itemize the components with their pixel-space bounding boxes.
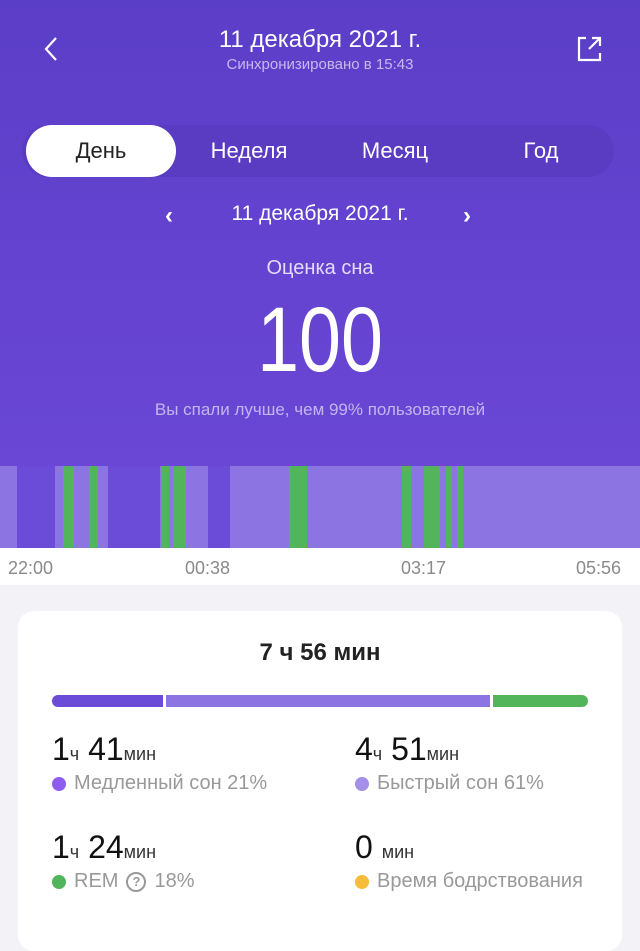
stat-awake: 0 мин Время бодрствования [355, 829, 583, 893]
timeline-axis: 22:00 00:38 03:17 05:56 [0, 548, 640, 585]
stat-deep: 1ч 41мин Медленный сон 21% [52, 731, 267, 795]
hours: 4 [355, 731, 373, 767]
sync-status: Синхронизировано в 15:43 [226, 56, 414, 73]
next-day-button[interactable]: › [463, 202, 471, 230]
summary-card: 7 ч 56 мин 1ч 41мин Медленный сон 21% 4ч… [18, 611, 622, 951]
tab-year[interactable]: Год [468, 125, 614, 177]
help-icon[interactable]: ? [126, 871, 147, 892]
stat-percent: 18% [154, 870, 195, 892]
deep-dot-icon [52, 776, 66, 791]
period-tabs: День Неделя Месяц Год [22, 125, 614, 177]
segment-rem [161, 466, 170, 548]
segment-rem [446, 466, 452, 548]
awake-dot-icon [355, 874, 369, 889]
minutes: 24 [88, 829, 124, 865]
light-dot-icon [355, 776, 369, 791]
hours-unit: ч [69, 842, 80, 862]
stat-rem: 1ч 24мин REM? 18% [52, 829, 194, 893]
stat-label: Медленный сон 21% [74, 772, 268, 794]
hours: 1 [52, 731, 70, 767]
segment-rem [423, 466, 440, 548]
minutes: 51 [391, 731, 427, 767]
sleep-score-value: 100 [257, 289, 383, 391]
hours-unit: ч [372, 744, 383, 764]
hours: 1 [52, 829, 70, 865]
tab-day[interactable]: День [26, 125, 176, 177]
page-title: 11 декабря 2021 г. [218, 26, 422, 53]
distribution-rem [492, 695, 588, 707]
stat-label: Время бодрствования [377, 870, 583, 892]
segment-deep [107, 466, 160, 548]
rem-dot-icon [52, 874, 66, 889]
minutes-unit: мин [381, 842, 415, 862]
sleep-score-note: Вы спали лучше, чем 99% пользователей [154, 400, 486, 419]
segment-rem [173, 466, 186, 548]
segment-rem [402, 466, 412, 548]
segment-rem [63, 466, 74, 548]
segment-deep [208, 466, 230, 548]
segment-deep [17, 466, 56, 548]
tab-week[interactable]: Неделя [176, 125, 322, 177]
minutes-unit: мин [426, 744, 460, 764]
stat-label: REM [74, 870, 119, 892]
tick-label: 00:38 [185, 558, 231, 578]
distribution-deep [52, 695, 164, 707]
distribution-light [166, 695, 490, 707]
current-date: 11 декабря 2021 г. [231, 202, 409, 225]
share-icon[interactable] [574, 34, 604, 64]
minutes: 41 [88, 731, 124, 767]
tick-label: 05:56 [576, 558, 622, 578]
stat-label: Быстрый сон 61% [377, 772, 544, 794]
sleep-stage-timeline [0, 466, 640, 548]
minutes-unit: мин [123, 842, 157, 862]
minutes-unit: мин [123, 744, 157, 764]
total-sleep: 7 ч 56 мин [259, 639, 381, 666]
stat-light: 4ч 51мин Быстрый сон 61% [355, 731, 544, 795]
sleep-score-label: Оценка сна [266, 257, 374, 279]
segment-rem [457, 466, 463, 548]
segment-rem [289, 466, 307, 548]
hours-unit: ч [69, 744, 80, 764]
header: 11 декабря 2021 г. Синхронизировано в 15… [0, 0, 640, 466]
tab-month[interactable]: Месяц [322, 125, 468, 177]
tick-label: 03:17 [401, 558, 447, 578]
segment-rem [88, 466, 99, 548]
tick-label: 22:00 [8, 558, 54, 578]
minutes: 0 [355, 829, 373, 865]
stage-distribution-bar [52, 695, 588, 707]
